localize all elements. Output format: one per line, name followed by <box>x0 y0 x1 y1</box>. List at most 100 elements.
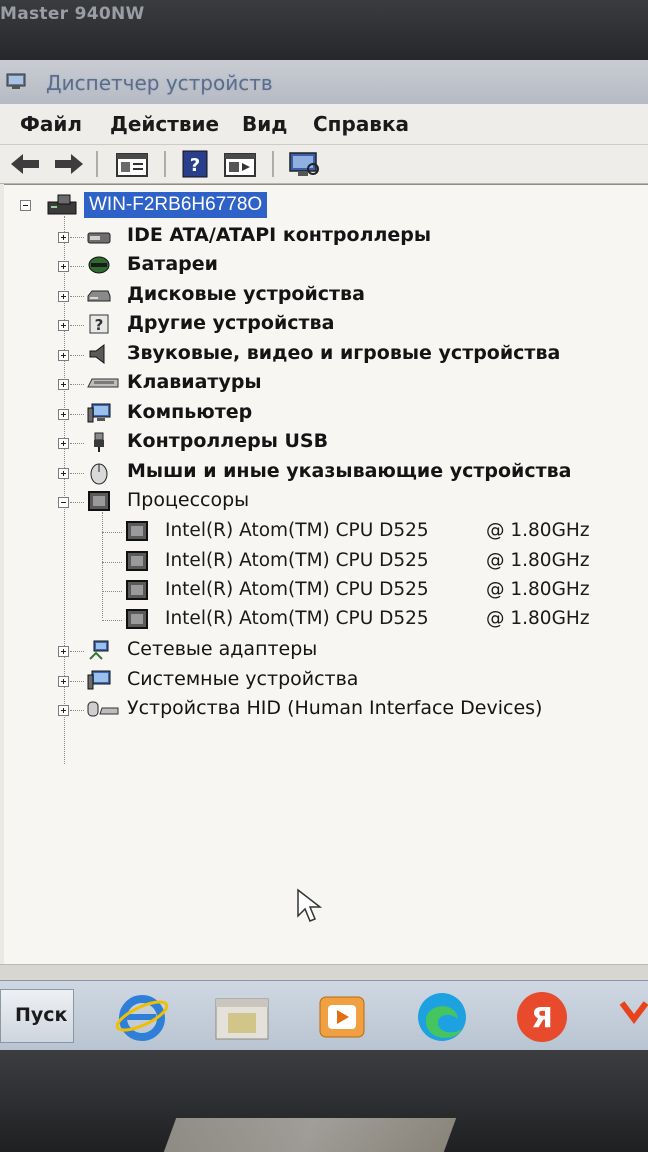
tree-item-label: Батареи <box>127 253 218 275</box>
computer-name[interactable]: WIN-F2RB6H6778O <box>84 192 268 218</box>
tree-item-cpu[interactable]: Intel(R) Atom(TM) CPU D525 @ 1.80GHz <box>0 517 648 547</box>
window-titlebar[interactable]: Диспетчер устройств <box>0 60 648 105</box>
toolbar: ? <box>0 145 648 184</box>
tree-connector <box>70 325 84 326</box>
menu-action[interactable]: Действие <box>110 112 219 136</box>
cpu-frequency: @ 1.80GHz <box>486 579 590 600</box>
console-tree-icon[interactable] <box>220 149 260 179</box>
monitor-bezel-top: Master 940NW <box>0 0 648 60</box>
tree-connector <box>70 384 84 385</box>
help-icon[interactable]: ? <box>178 149 212 179</box>
menu-help[interactable]: Справка <box>313 112 409 136</box>
internet-explorer-icon[interactable] <box>112 989 172 1045</box>
tree-connector <box>70 502 84 503</box>
desk-background <box>163 1118 457 1152</box>
svg-text:Я: Я <box>531 1001 553 1034</box>
cpu-name: Intel(R) Atom(TM) CPU D525 <box>165 520 429 541</box>
menu-bar: Файл Действие Вид Справка <box>0 104 648 145</box>
expand-toggle[interactable] <box>58 705 69 716</box>
properties-icon[interactable] <box>112 149 152 179</box>
taskbar-app-icon[interactable] <box>612 989 648 1045</box>
system-device-icon <box>87 670 111 690</box>
unknown-device-icon: ? <box>89 314 109 334</box>
tree-item-processors[interactable]: Процессоры <box>0 487 648 517</box>
tree-item-network-adapters[interactable]: Сетевые адаптеры <box>0 636 648 666</box>
tree-item-disk-drives[interactable]: Дисковые устройства <box>0 281 648 311</box>
tree-item-usb-controllers[interactable]: Контроллеры USB <box>0 428 648 458</box>
tree-connector <box>102 562 122 563</box>
mouse-cursor-icon <box>297 888 323 922</box>
speaker-icon <box>89 344 105 364</box>
window-title: Диспетчер устройств <box>46 71 273 95</box>
processor-icon <box>126 521 148 541</box>
horizontal-scrollbar[interactable] <box>0 964 648 981</box>
hid-device-icon <box>87 701 119 717</box>
expand-toggle[interactable] <box>58 350 69 361</box>
tree-connector <box>70 710 84 711</box>
expand-toggle[interactable] <box>58 379 69 390</box>
back-arrow-icon[interactable] <box>8 149 42 179</box>
battery-icon <box>88 256 110 274</box>
menu-view[interactable]: Вид <box>242 112 287 136</box>
menu-file[interactable]: Файл <box>20 112 82 136</box>
tree-item-keyboards[interactable]: Клавиатуры <box>0 369 648 399</box>
tree-item-system-devices[interactable]: Системные устройства <box>0 666 648 696</box>
tree-item-cpu[interactable]: Intel(R) Atom(TM) CPU D525 @ 1.80GHz <box>0 576 648 606</box>
tree-item-label: IDE ATA/ATAPI контроллеры <box>127 224 432 246</box>
tree-connector <box>102 591 122 592</box>
tree-item-label: Дисковые устройства <box>127 283 365 305</box>
expand-toggle[interactable] <box>58 232 69 243</box>
tree-item-batteries[interactable]: Батареи <box>0 251 648 281</box>
tree-item-cpu[interactable]: Intel(R) Atom(TM) CPU D525 @ 1.80GHz <box>0 547 648 577</box>
cpu-frequency: @ 1.80GHz <box>486 608 590 629</box>
svg-text:?: ? <box>95 316 104 334</box>
tree-connector <box>70 355 84 356</box>
tree-item-sound-video[interactable]: Звуковые, видео и игровые устройства <box>0 340 648 370</box>
processor-icon <box>126 609 148 629</box>
tree-item-ide-controllers[interactable]: IDE ATA/ATAPI контроллеры <box>0 222 648 252</box>
tree-item-cpu[interactable]: Intel(R) Atom(TM) CPU D525 @ 1.80GHz <box>0 605 648 635</box>
svg-text:?: ? <box>190 155 200 176</box>
collapse-toggle[interactable] <box>58 497 69 508</box>
expand-toggle[interactable] <box>58 320 69 331</box>
tree-item-label: Устройства HID (Human Interface Devices) <box>127 697 543 719</box>
cpu-frequency: @ 1.80GHz <box>486 550 590 571</box>
tree-item-label: Другие устройства <box>127 312 335 334</box>
tree-connector <box>70 266 84 267</box>
forward-arrow-icon[interactable] <box>52 149 86 179</box>
collapse-toggle[interactable] <box>20 200 31 211</box>
monitor-brand: Master 940NW <box>0 4 145 24</box>
expand-toggle[interactable] <box>58 646 69 657</box>
usb-icon <box>94 432 104 452</box>
expand-toggle[interactable] <box>58 676 69 687</box>
tree-item-computer[interactable]: Компьютер <box>0 399 648 429</box>
toolbar-separator <box>96 151 98 177</box>
tree-connector <box>70 414 84 415</box>
expand-toggle[interactable] <box>58 409 69 420</box>
expand-toggle[interactable] <box>58 261 69 272</box>
tree-item-hid[interactable]: Устройства HID (Human Interface Devices) <box>0 695 648 725</box>
edge-icon[interactable] <box>412 989 472 1045</box>
tree-item-label: Системные устройства <box>127 668 359 690</box>
tree-item-mice[interactable]: Мыши и иные указывающие устройства <box>0 458 648 488</box>
mouse-icon <box>90 463 108 485</box>
tree-connector <box>70 237 84 238</box>
file-manager-icon[interactable] <box>212 989 272 1045</box>
cpu-name: Intel(R) Atom(TM) CPU D525 <box>165 550 429 571</box>
yandex-browser-icon[interactable]: Я <box>512 989 572 1045</box>
tree-item-label: Процессоры <box>127 489 250 511</box>
tree-item-other-devices[interactable]: ? Другие устройства <box>0 310 648 340</box>
taskbar: Пуск Я <box>0 980 648 1051</box>
media-player-icon[interactable] <box>312 989 372 1045</box>
scan-hardware-icon[interactable] <box>284 149 324 179</box>
tree-item-label: Сетевые адаптеры <box>127 638 318 660</box>
start-button[interactable]: Пуск <box>0 989 74 1043</box>
tree-connector <box>70 473 84 474</box>
tree-connector <box>70 443 84 444</box>
expand-toggle[interactable] <box>58 291 69 302</box>
device-manager-icon <box>6 73 26 89</box>
expand-toggle[interactable] <box>58 438 69 449</box>
expand-toggle[interactable] <box>58 468 69 479</box>
ide-controller-icon <box>87 232 111 244</box>
screen: Диспетчер устройств Файл Действие Вид Сп… <box>0 60 648 1051</box>
